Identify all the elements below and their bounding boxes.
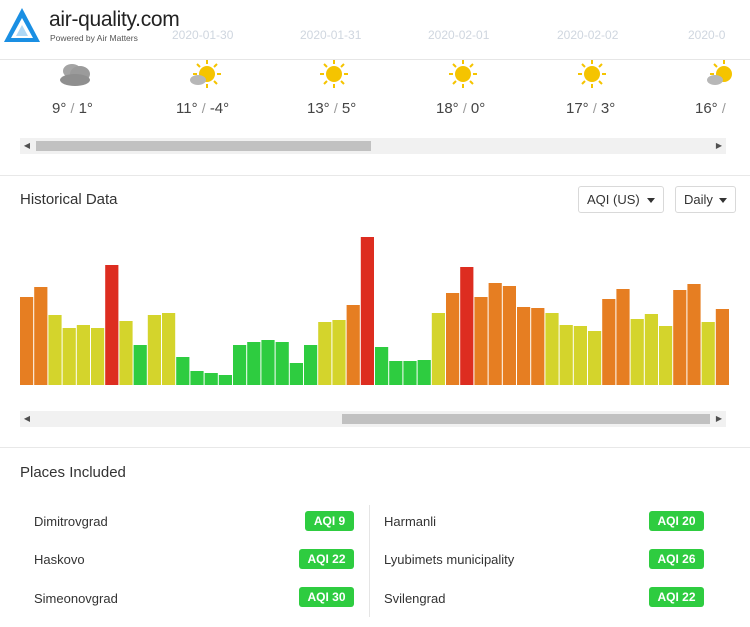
aqi-bar[interactable] (233, 345, 247, 385)
aqi-bar[interactable] (659, 326, 673, 385)
aqi-bar[interactable] (76, 325, 90, 385)
aqi-bar[interactable] (545, 313, 559, 385)
scroll-right-icon[interactable]: ▶ (712, 411, 726, 427)
forecast-date: 2020-0 (688, 28, 726, 42)
forecast-temp: 18° / 0° (436, 100, 486, 117)
aqi-badge: AQI 20 (649, 511, 704, 531)
aqi-bar[interactable] (133, 345, 147, 385)
place-name[interactable]: Lyubimets municipality (384, 552, 514, 567)
aqi-bar[interactable] (715, 309, 729, 385)
section-divider (0, 175, 750, 176)
site-header: 2020-01-30 2020-01-31 2020-02-01 2020-02… (0, 0, 750, 60)
aqi-bar[interactable] (346, 305, 360, 385)
forecast-temp: 11° / -4° (176, 100, 230, 117)
aqi-bar[interactable] (446, 293, 460, 385)
aqi-bar[interactable] (261, 340, 275, 385)
places-title: Places Included (20, 464, 126, 481)
scrollbar-thumb[interactable] (342, 414, 710, 424)
scroll-right-icon[interactable]: ▶ (712, 138, 726, 154)
aqi-badge: AQI 9 (305, 511, 354, 531)
aqi-bar[interactable] (644, 314, 658, 385)
chevron-down-icon (719, 198, 727, 203)
place-name[interactable]: Dimitrovgrad (34, 514, 108, 529)
aqi-bar[interactable] (630, 319, 644, 385)
scroll-left-icon[interactable]: ◀ (20, 411, 34, 427)
aqi-bar[interactable] (190, 371, 204, 385)
historical-title: Historical Data (20, 191, 118, 208)
aqi-bar[interactable] (119, 321, 133, 385)
aqi-badge: AQI 30 (299, 587, 354, 607)
scrollbar-thumb[interactable] (36, 141, 371, 151)
place-name[interactable]: Haskovo (34, 552, 85, 567)
aqi-bar[interactable] (531, 308, 545, 385)
aqi-bar[interactable] (218, 375, 232, 385)
aqi-bar[interactable] (488, 283, 502, 385)
place-name[interactable]: Svilengrad (384, 591, 445, 606)
place-name[interactable]: Simeonovgrad (34, 591, 118, 606)
place-name[interactable]: Harmanli (384, 514, 436, 529)
forecast-scrollbar[interactable]: ◀ ▶ (20, 138, 726, 154)
forecast-temp: 16° / (695, 100, 726, 117)
aqi-badge: AQI 22 (649, 587, 704, 607)
forecast-date: 2020-02-02 (557, 28, 619, 42)
brand-name[interactable]: air-quality.com (49, 8, 180, 32)
aqi-bar[interactable] (602, 299, 616, 385)
period-dropdown[interactable]: Daily (675, 186, 736, 213)
aqi-bar[interactable] (289, 363, 303, 385)
aqi-bar[interactable] (431, 313, 445, 385)
forecast-date: 2020-01-31 (300, 28, 362, 42)
scroll-left-icon[interactable]: ◀ (20, 138, 34, 154)
aqi-bar[interactable] (360, 237, 374, 385)
aqi-bar[interactable] (48, 315, 62, 385)
aqi-bar[interactable] (474, 297, 488, 385)
metric-selected: AQI (US) (587, 192, 640, 207)
forecast-temp: 17° / 3° (566, 100, 616, 117)
aqi-badge: AQI 26 (649, 549, 704, 569)
aqi-bar[interactable] (701, 322, 715, 385)
aqi-bar[interactable] (91, 328, 105, 385)
aqi-bar[interactable] (318, 322, 332, 385)
aqi-bar[interactable] (247, 342, 261, 385)
aqi-bar[interactable] (147, 315, 161, 385)
aqi-bar[interactable] (673, 290, 687, 385)
aqi-bar[interactable] (20, 297, 34, 385)
aqi-bar[interactable] (375, 347, 389, 385)
aqi-bar[interactable] (105, 265, 119, 385)
forecast-temp: 13° / 5° (307, 100, 357, 117)
forecast-date: 2020-01-30 (172, 28, 234, 42)
aqi-badge: AQI 22 (299, 549, 354, 569)
brand-tagline: Powered by Air Matters (50, 33, 138, 43)
aqi-bar[interactable] (275, 342, 289, 385)
aqi-bar[interactable] (162, 313, 176, 385)
metric-dropdown[interactable]: AQI (US) (578, 186, 664, 213)
aqi-bar[interactable] (573, 326, 587, 385)
aqi-bar[interactable] (616, 289, 630, 385)
section-divider (0, 447, 750, 448)
chart-scrollbar[interactable]: ◀ ▶ (20, 411, 726, 427)
aqi-bar[interactable] (304, 345, 318, 385)
aqi-bar[interactable] (417, 360, 431, 385)
column-divider (369, 505, 370, 617)
aqi-bar[interactable] (204, 373, 218, 385)
aqi-bar[interactable] (502, 286, 516, 385)
aqi-bar[interactable] (460, 267, 474, 385)
forecast-temp: 9° / 1° (52, 100, 93, 117)
aqi-bar[interactable] (389, 361, 403, 385)
aqi-bar[interactable] (176, 357, 190, 385)
forecast-date: 2020-02-01 (428, 28, 490, 42)
aqi-bar-chart[interactable] (20, 225, 730, 385)
aqi-bar[interactable] (559, 325, 573, 385)
aqi-bar[interactable] (517, 307, 531, 385)
logo-icon[interactable] (2, 5, 42, 50)
aqi-bar[interactable] (588, 331, 602, 385)
aqi-bar[interactable] (687, 284, 701, 385)
aqi-bar[interactable] (62, 328, 76, 385)
period-selected: Daily (684, 192, 713, 207)
chevron-down-icon (647, 198, 655, 203)
aqi-bar[interactable] (403, 361, 417, 385)
aqi-bar[interactable] (332, 320, 346, 385)
aqi-bar[interactable] (34, 287, 48, 385)
